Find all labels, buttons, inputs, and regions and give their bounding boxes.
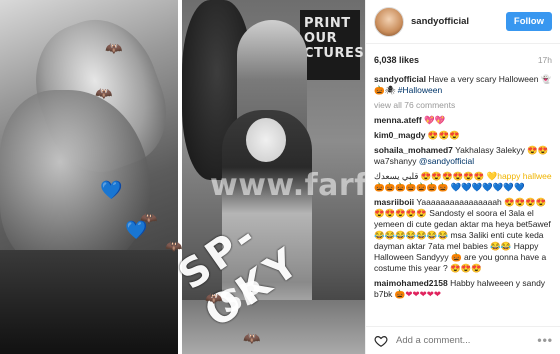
post-image[interactable]: PRINT OUR CTURES SP-OKY SP 🦇 🦇 🦇 🦇 🦇 🦇 💙… [0, 0, 365, 354]
comment-row: maimohamed2158 Habby halweeen y sandy b7… [374, 278, 552, 300]
comment-emojis: 😍😍 [527, 145, 549, 155]
caption-text: Have a very scary Halloween [428, 74, 539, 84]
comment-emojis: 💖💖 [424, 115, 446, 125]
comment-prefix: wa7shanyy [374, 156, 419, 166]
comment-mention[interactable]: @sandyofficial [419, 156, 474, 166]
view-all-comments-link[interactable]: view all 76 comments [374, 100, 552, 111]
comment-row: masriiboii Yaaaaaaaaaaaaaaaah 😍😍😍😍😍😍😍😍😍 … [374, 197, 552, 274]
bat-icon: 🦇 [105, 40, 123, 56]
hair-shape [0, 250, 178, 354]
bat-icon: 🦇 [243, 330, 261, 346]
caption-user[interactable]: sandyofficial [374, 74, 426, 84]
avatar[interactable] [374, 6, 404, 37]
post-header: sandyofficial Follow [366, 0, 560, 44]
blue-heart-icon: 💙 [100, 180, 123, 200]
photo-left-panel [0, 0, 178, 354]
comment-text: قلبي يسعدك [374, 171, 419, 181]
bat-icon: 🦇 [95, 85, 113, 101]
caption-hashtag[interactable]: #Halloween [398, 85, 442, 95]
comment-user[interactable]: kim0_magdy [374, 130, 426, 140]
comment-extra: 💙💙💙💙💙💙💙 [450, 182, 525, 192]
comment-text: Yakhalasy 3alekyy [455, 145, 525, 155]
comment-input[interactable] [396, 335, 538, 346]
comment-row: sohaila_mohamed7 Yakhalasy 3alekyy 😍😍 wa… [374, 145, 552, 167]
bat-icon: 🦇 [165, 238, 183, 254]
girl-face [246, 118, 286, 162]
comment-text: Yaaaaaaaaaaaaaaaah 😍😍😍😍😍😍😍😍😍 Sandosty el… [374, 197, 551, 273]
username[interactable]: sandyofficial [411, 16, 506, 27]
bat-icon: 🦇 [205, 290, 223, 306]
comment-user[interactable]: menna.ateff [374, 115, 422, 125]
caption: sandyofficial Have a very scary Hallowee… [374, 74, 552, 96]
more-icon[interactable]: ••• [537, 334, 553, 346]
post-time: 17h [537, 55, 552, 65]
heart-icon[interactable] [374, 334, 388, 348]
comment-emojis: 😍😍😍 [427, 130, 460, 140]
post-sidebar: sandyofficial Follow 6,038 likes 17h san… [365, 0, 560, 354]
store-sign: PRINT OUR CTURES [300, 10, 364, 80]
comments-list: sandyofficial Have a very scary Hallowee… [366, 74, 560, 324]
follow-button[interactable]: Follow [505, 12, 552, 31]
likes-count[interactable]: 6,038 likes [374, 55, 419, 74]
blue-heart-icon: 💙 [125, 220, 148, 240]
post-stats: 6,038 likes 17h [366, 44, 560, 74]
comment-row: menna.ateff 💖💖 [374, 115, 552, 126]
comment-bar: ••• [366, 326, 560, 354]
comment-row: kim0_magdy 😍😍😍 [374, 130, 552, 141]
comment-user[interactable]: sohaila_mohamed7 [374, 145, 453, 155]
comment-row: قلبي يسعدك 😍😍😍😍😍😍 💛happy hallwee🎃🎃🎃🎃🎃🎃🎃 … [374, 171, 552, 193]
comment-user[interactable]: maimohamed2158 [374, 278, 448, 288]
comment-user[interactable]: masriiboii [374, 197, 414, 207]
comment-emojis: 🎃❤❤❤❤❤ [394, 289, 442, 299]
